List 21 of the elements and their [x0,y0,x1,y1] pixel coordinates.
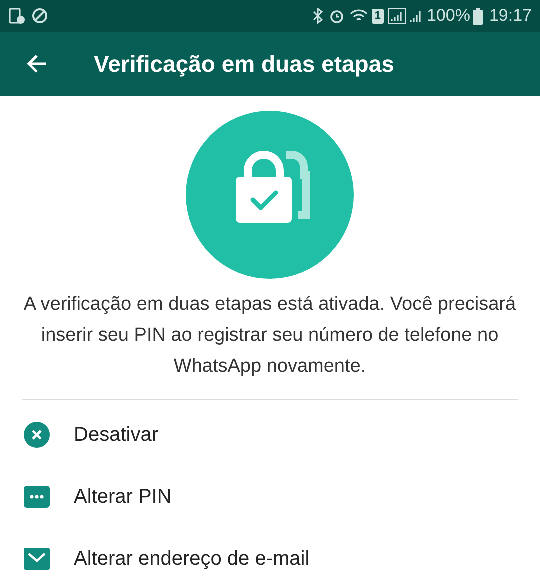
blocked-icon [32,8,48,24]
mail-icon [24,548,50,570]
menu-item[interactable]: Alterar endereço de e-mail [0,528,540,588]
alarm-icon [328,8,345,24]
sim-slot-badge: 1 [372,8,384,24]
screen-timer-icon [8,7,26,25]
menu-item[interactable]: Desativar [0,404,540,466]
password-icon [24,486,50,508]
signal-icon [408,9,423,23]
status-description: A verificação em duas etapas está ativada. Você precisará inserir seu PIN ao registrar seu número de telefone no WhatsApp novamente. [22,293,518,379]
clock: 19:17 [489,5,532,28]
bluetooth-icon [312,8,324,24]
screen-title: Verificação em duas etapas [94,50,394,79]
battery-icon [473,8,484,24]
lock-check-icon [186,111,354,279]
signal-icon [388,8,406,24]
back-arrow-icon [26,53,48,75]
battery-level: 100% [426,5,470,28]
menu-item[interactable]: Alterar PIN [0,466,540,528]
wifi-icon [350,9,368,23]
close-icon [24,422,50,448]
